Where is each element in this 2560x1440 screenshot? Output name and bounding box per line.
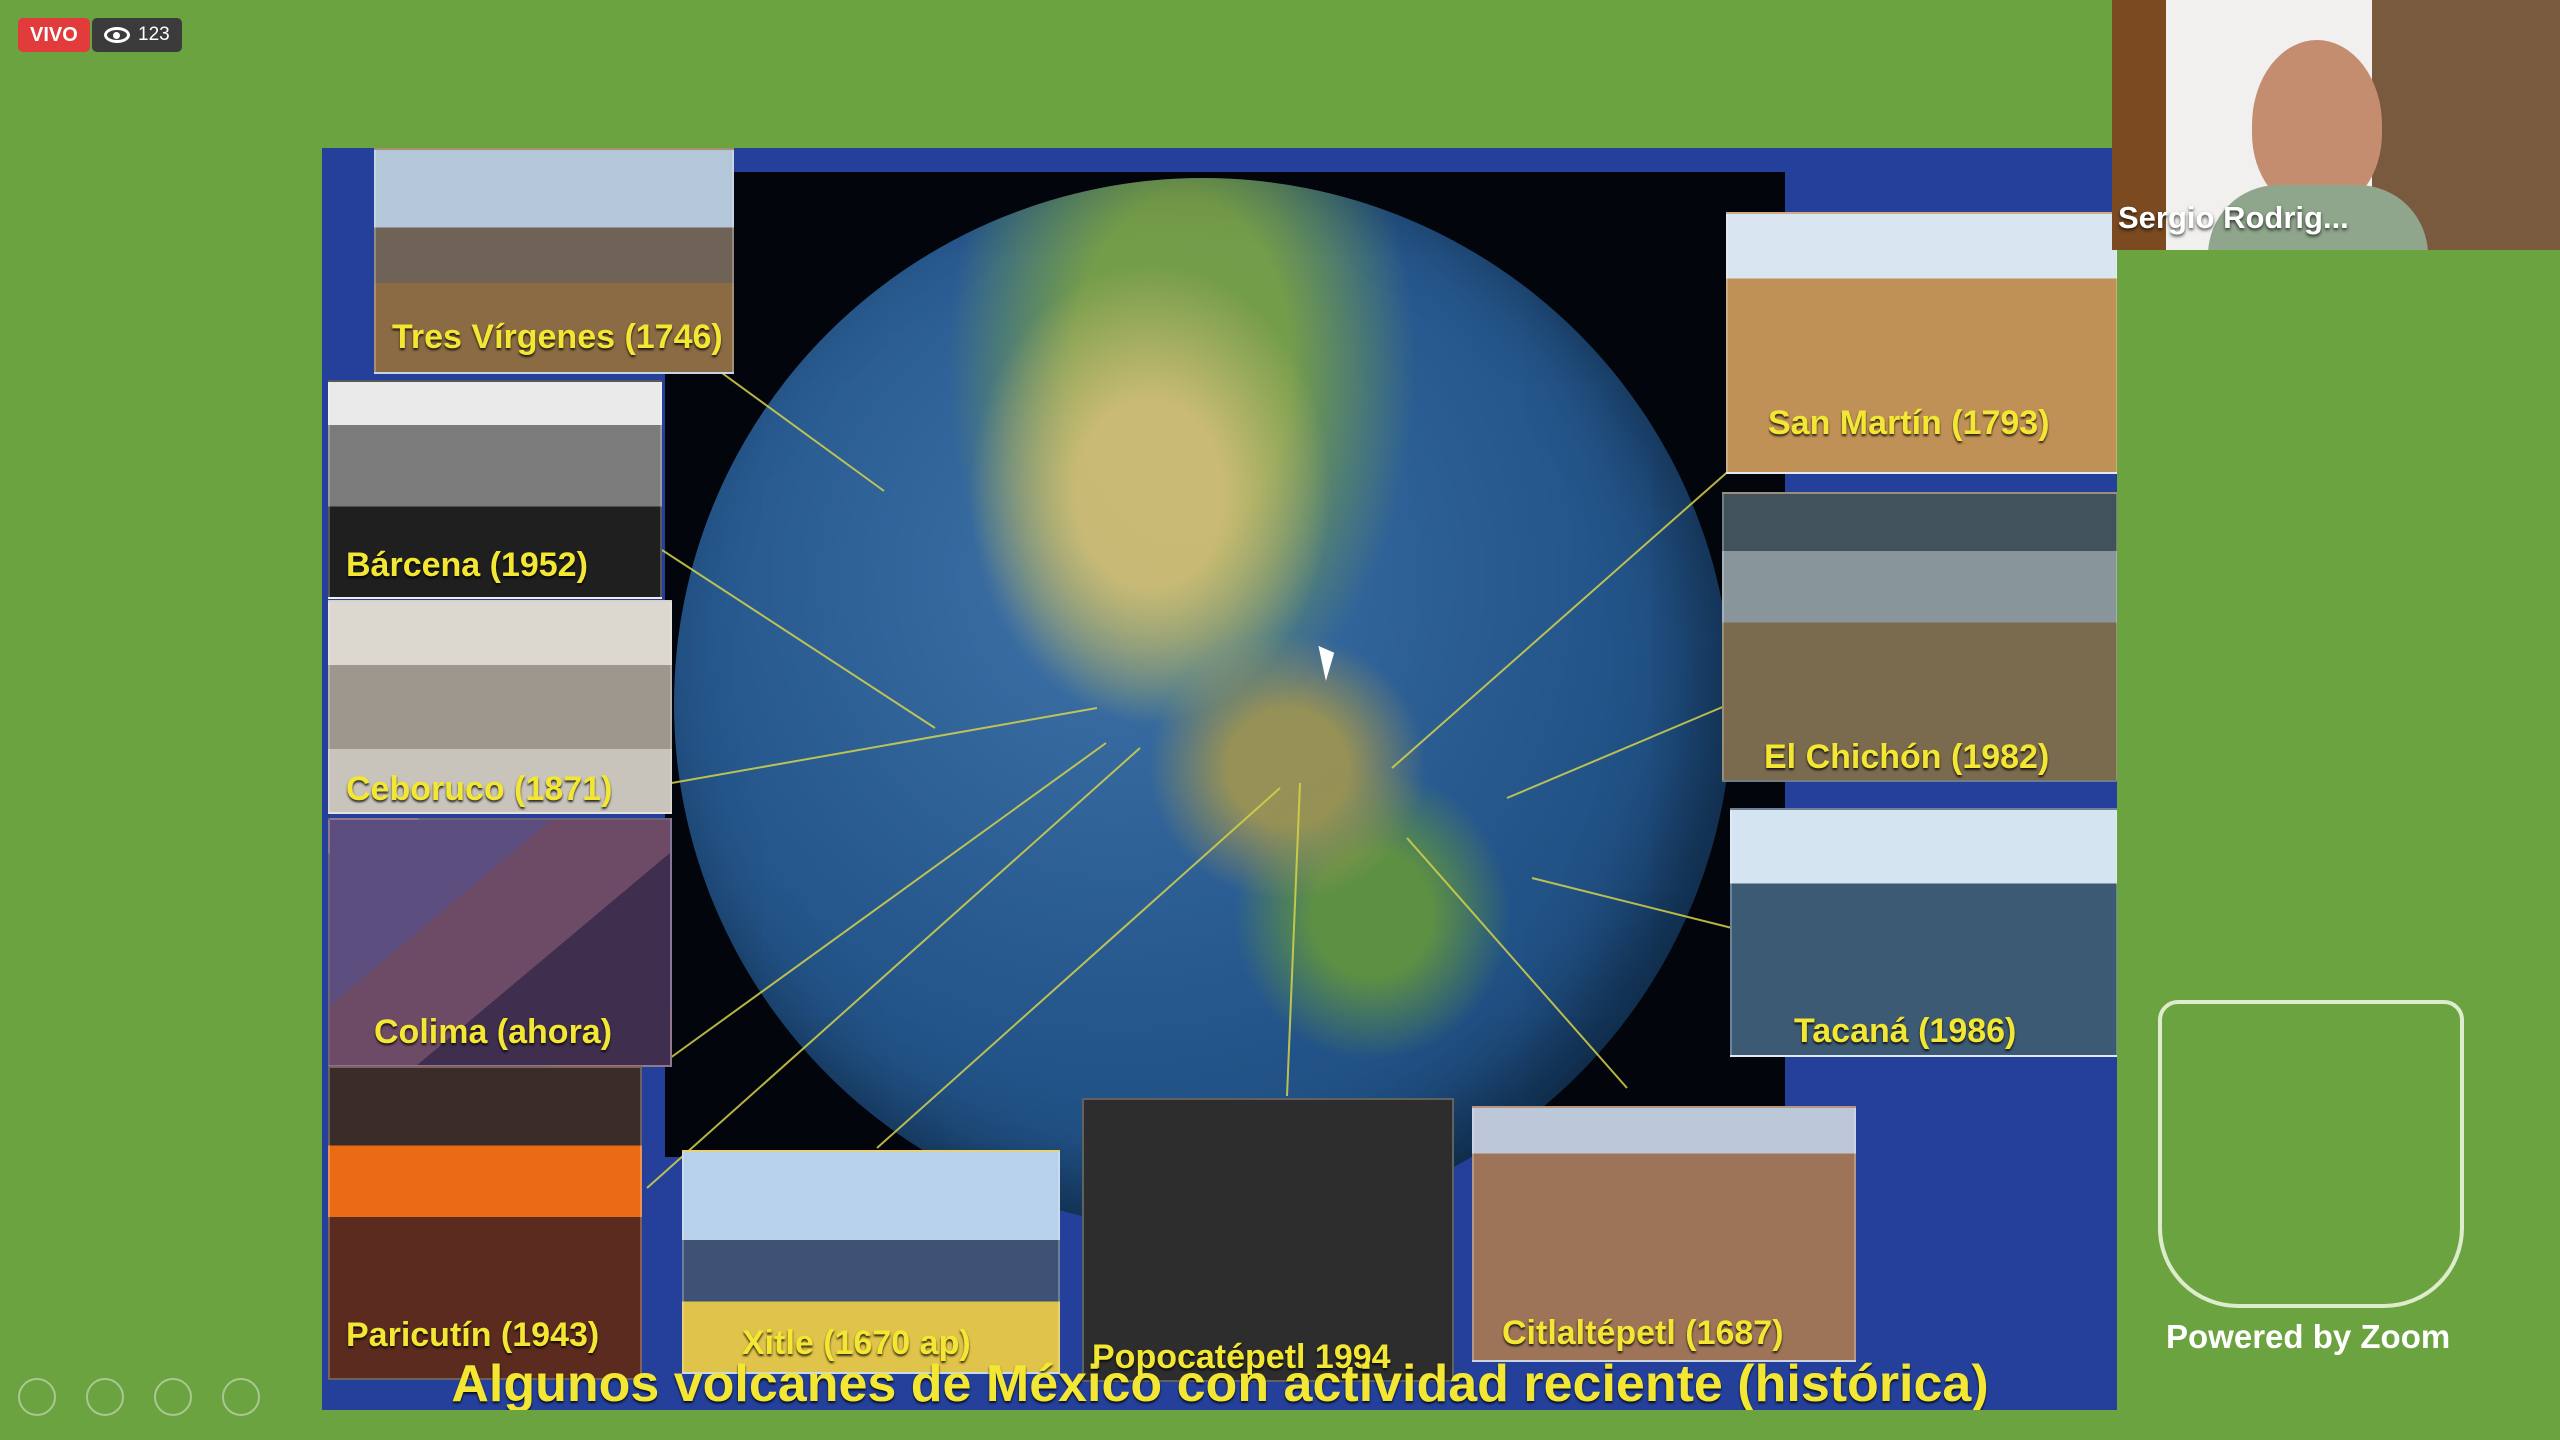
volcano-label-el-chichon: El Chichón (1982): [1764, 738, 2050, 776]
connector-line: [1286, 782, 1301, 1097]
volcano-label-ceboruco: Ceboruco (1871): [346, 770, 613, 808]
connector-line: [721, 372, 885, 492]
viewer-count: 123: [138, 24, 170, 45]
volcano-label-san-martin: San Martín (1793): [1768, 404, 2050, 442]
unam-logo-icon: [2158, 1000, 2464, 1308]
slide-title: Algunos volcanes de México con actividad…: [451, 1355, 1989, 1410]
connector-line: [876, 787, 1281, 1149]
connector-line: [646, 747, 1141, 1189]
powered-by-zoom-text: Powered by Zoom: [2166, 1318, 2451, 1355]
volcano-label-tres-virgenes: Tres Vírgenes (1746): [392, 318, 723, 356]
connector-line: [1531, 877, 1733, 929]
viewer-count-badge: 123: [92, 18, 182, 52]
volcano-label-citlaltepetl: Citlaltépetl (1687): [1502, 1314, 1784, 1352]
speaker-name: Sergio Rodrig...: [2118, 200, 2349, 235]
connector-line: [661, 549, 936, 729]
connector-line: [665, 707, 1098, 785]
speaker-video-tile[interactable]: Sergio Rodrig...: [2112, 0, 2560, 250]
volcano-label-paricutin: Paricutín (1943): [346, 1316, 600, 1354]
next-slide-icon[interactable]: [86, 1378, 124, 1416]
volcano-label-tacana: Tacaná (1986): [1794, 1012, 2017, 1050]
eye-icon: [104, 27, 130, 43]
live-badge: VIVO: [18, 18, 90, 52]
slides-icon[interactable]: [222, 1378, 260, 1416]
connector-line: [1506, 702, 1733, 799]
previous-slide-icon[interactable]: [18, 1378, 56, 1416]
connector-line: [665, 742, 1107, 1062]
connector-line: [1391, 467, 1733, 769]
presentation-controls: [18, 1378, 260, 1416]
connector-line: [1406, 837, 1628, 1089]
presentation-slide: Tres Vírgenes (1746) Bárcena (1952) Cebo…: [322, 148, 2117, 1410]
pen-icon[interactable]: [154, 1378, 192, 1416]
volcano-label-barcena: Bárcena (1952): [346, 546, 588, 584]
volcano-label-colima: Colima (ahora): [374, 1013, 613, 1051]
